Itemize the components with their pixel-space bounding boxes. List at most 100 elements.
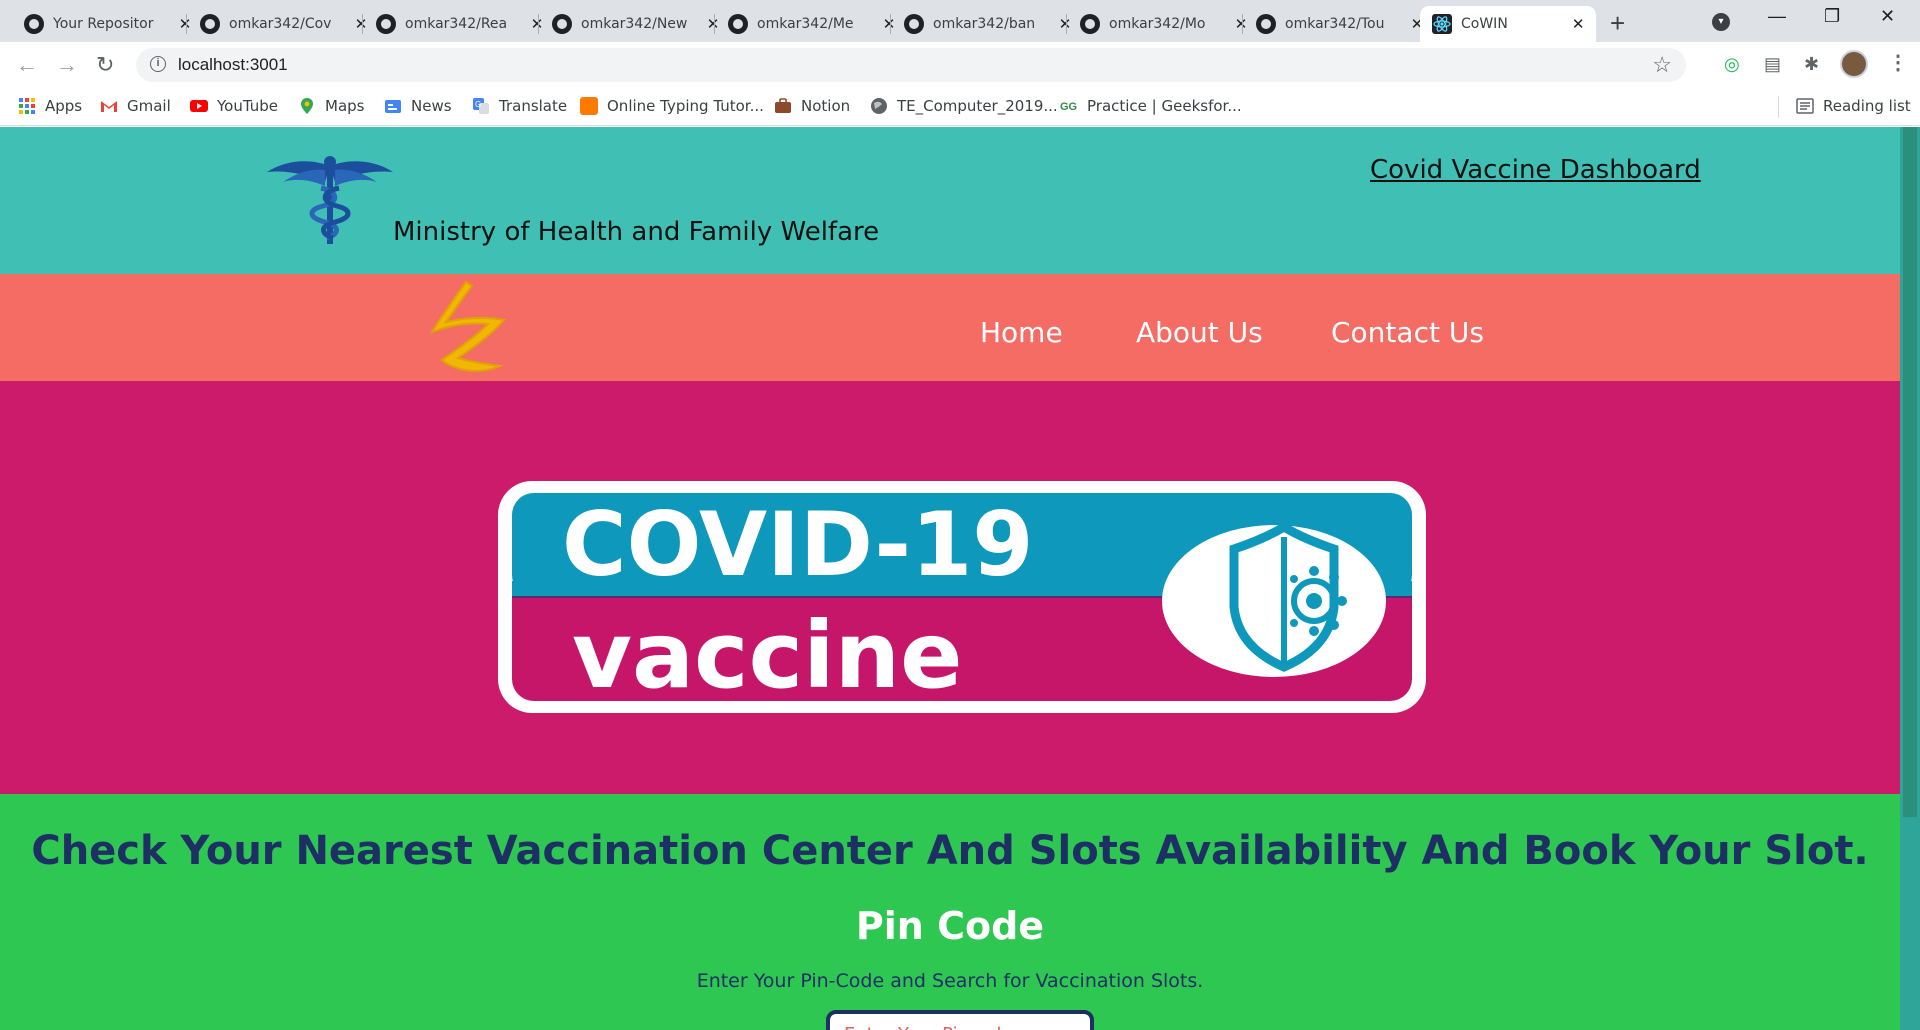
url-text[interactable]: localhost:3001 <box>178 55 288 75</box>
dashboard-link[interactable]: Covid Vaccine Dashboard <box>1370 155 1701 185</box>
bookmark-label: Practice | Geeksfor... <box>1087 97 1242 115</box>
bookmark-star-icon[interactable]: ☆ <box>1652 52 1672 78</box>
browser-tab-active[interactable]: CoWIN ✕ <box>1420 6 1596 42</box>
react-icon <box>1432 14 1452 34</box>
covid-vaccine-badge: COVID-19 vaccine <box>498 481 1426 713</box>
bookmark-label: Translate <box>499 97 568 115</box>
bookmark-translate[interactable]: G Translate <box>472 97 567 115</box>
svg-text:G: G <box>475 100 481 109</box>
nav-contact-link[interactable]: Contact Us <box>1331 316 1484 349</box>
address-toolbar: ← → ↻ i localhost:3001 ☆ ◎ ▤ ✱ ⋮ <box>0 42 1920 88</box>
browser-tab[interactable]: omkar342/Cov ✕ <box>188 6 379 42</box>
browser-tab[interactable]: omkar342/Mo ✕ <box>1068 6 1259 42</box>
reading-list-label: Reading list <box>1823 97 1911 115</box>
omnibox[interactable]: i localhost:3001 ☆ <box>136 48 1686 82</box>
apps-grid-icon <box>19 98 35 114</box>
ministry-title: Ministry of Health and Family Welfare <box>393 217 880 247</box>
badge-line1: COVID-19 <box>562 493 1034 596</box>
github-icon <box>552 14 572 34</box>
badge-line2: vaccine <box>572 602 963 709</box>
browser-tab[interactable]: omkar342/Rea ✕ <box>364 6 555 42</box>
pin-code-title: Pin Code <box>855 904 1045 948</box>
maps-pin-icon <box>301 98 313 114</box>
browser-tab[interactable]: omkar342/Tou ✕ <box>1244 6 1435 42</box>
bookmark-label: YouTube <box>217 97 278 115</box>
bookmark-news[interactable]: News <box>384 97 452 115</box>
tab-separator <box>714 14 715 34</box>
bookmark-typing-tutor[interactable]: Online Typing Tutor... <box>580 97 764 115</box>
bookmark-label: Apps <box>45 97 83 115</box>
tab-title: omkar342/Me <box>757 16 854 32</box>
extensions-puzzle-icon[interactable]: ✱ <box>1804 54 1819 75</box>
svg-text:GG: GG <box>1060 101 1077 113</box>
browser-tab[interactable]: Your Repositor ✕ <box>12 6 203 42</box>
new-tab-button[interactable]: + <box>1610 8 1625 39</box>
tab-separator <box>186 14 187 34</box>
tab-search-icon[interactable]: ▾ <box>1712 13 1730 31</box>
minimize-icon[interactable]: — <box>1768 6 1786 27</box>
nav-home-link[interactable]: Home <box>980 316 1063 349</box>
window-close-icon[interactable]: ✕ <box>1880 6 1895 27</box>
back-arrow-icon[interactable]: ← <box>16 52 38 78</box>
reading-list-button[interactable]: Reading list <box>1796 97 1911 115</box>
translate-icon: G <box>473 98 489 114</box>
tab-separator <box>538 14 539 34</box>
github-icon <box>904 14 924 34</box>
profile-avatar[interactable] <box>1840 50 1868 78</box>
github-icon <box>728 14 748 34</box>
tab-title: omkar342/Cov <box>229 16 332 32</box>
bookmark-label: Notion <box>801 97 851 115</box>
github-icon <box>376 14 396 34</box>
bookmark-notion[interactable]: Notion <box>774 97 850 115</box>
bookmarks-bar: Apps Gmail YouTube Maps News G Translate… <box>0 88 1920 126</box>
github-icon <box>1080 14 1100 34</box>
tab-separator <box>362 14 363 34</box>
github-icon <box>1256 14 1276 34</box>
github-icon <box>24 14 44 34</box>
tab-title: CoWIN <box>1461 16 1508 32</box>
bookmark-apps[interactable]: Apps <box>18 97 82 115</box>
github-icon <box>200 14 220 34</box>
bookmark-maps[interactable]: Maps <box>298 97 364 115</box>
tab-separator <box>1242 14 1243 34</box>
restore-icon[interactable]: ❐ <box>1824 6 1840 27</box>
google-news-icon <box>385 100 401 113</box>
globe-icon <box>871 98 887 114</box>
astrazeneca-logo <box>429 280 506 372</box>
menu-kebab-icon[interactable]: ⋮ <box>1888 50 1908 75</box>
bookmark-te-computer[interactable]: TE_Computer_2019... <box>870 97 1058 115</box>
reload-icon[interactable]: ↻ <box>96 52 114 78</box>
bookmark-geeksforgeeks[interactable]: GG Practice | Geeksfor... <box>1060 97 1242 115</box>
page-content: Ministry of Health and Family Welfare Co… <box>0 127 1900 1030</box>
browser-tab[interactable]: omkar342/New ✕ <box>540 6 731 42</box>
main-navbar: Home About Us Contact Us <box>0 274 1900 381</box>
scrollbar-thumb[interactable] <box>1903 127 1917 817</box>
youtube-icon <box>190 100 208 112</box>
bookmark-gmail[interactable]: Gmail <box>100 97 171 115</box>
clipboard-extension-icon[interactable]: ▤ <box>1764 54 1781 75</box>
bookmark-label: Online Typing Tutor... <box>607 97 764 115</box>
bookmark-separator <box>1778 96 1779 118</box>
bookmark-youtube[interactable]: YouTube <box>190 97 278 115</box>
page-scrollbar[interactable] <box>1900 127 1920 1030</box>
browser-tab-strip: Your Repositor ✕ omkar342/Cov ✕ omkar342… <box>0 0 1920 42</box>
hero-banner: COVID-19 vaccine <box>0 381 1900 794</box>
bookmark-label: TE_Computer_2019... <box>897 97 1058 115</box>
reading-list-icon <box>1796 98 1814 114</box>
tab-title: omkar342/New <box>581 16 688 32</box>
booking-section: Check Your Nearest Vaccination Center An… <box>0 794 1900 1030</box>
info-icon[interactable]: i <box>150 56 166 72</box>
gmail-icon <box>101 101 117 112</box>
browser-tab[interactable]: omkar342/ban ✕ <box>892 6 1083 42</box>
booking-heading: Check Your Nearest Vaccination Center An… <box>31 828 1869 874</box>
bookmark-label: Maps <box>325 97 365 115</box>
browser-tab[interactable]: omkar342/Me ✕ <box>716 6 907 42</box>
pincode-input[interactable] <box>826 1010 1094 1030</box>
site-header: Ministry of Health and Family Welfare Co… <box>0 127 1900 274</box>
briefcase-icon <box>775 98 791 113</box>
close-icon[interactable]: ✕ <box>1570 15 1586 33</box>
spotify-extension-icon[interactable]: ◎ <box>1724 54 1740 75</box>
nav-about-link[interactable]: About Us <box>1136 316 1263 349</box>
forward-arrow-icon[interactable]: → <box>56 52 78 78</box>
tab-separator <box>890 14 891 34</box>
